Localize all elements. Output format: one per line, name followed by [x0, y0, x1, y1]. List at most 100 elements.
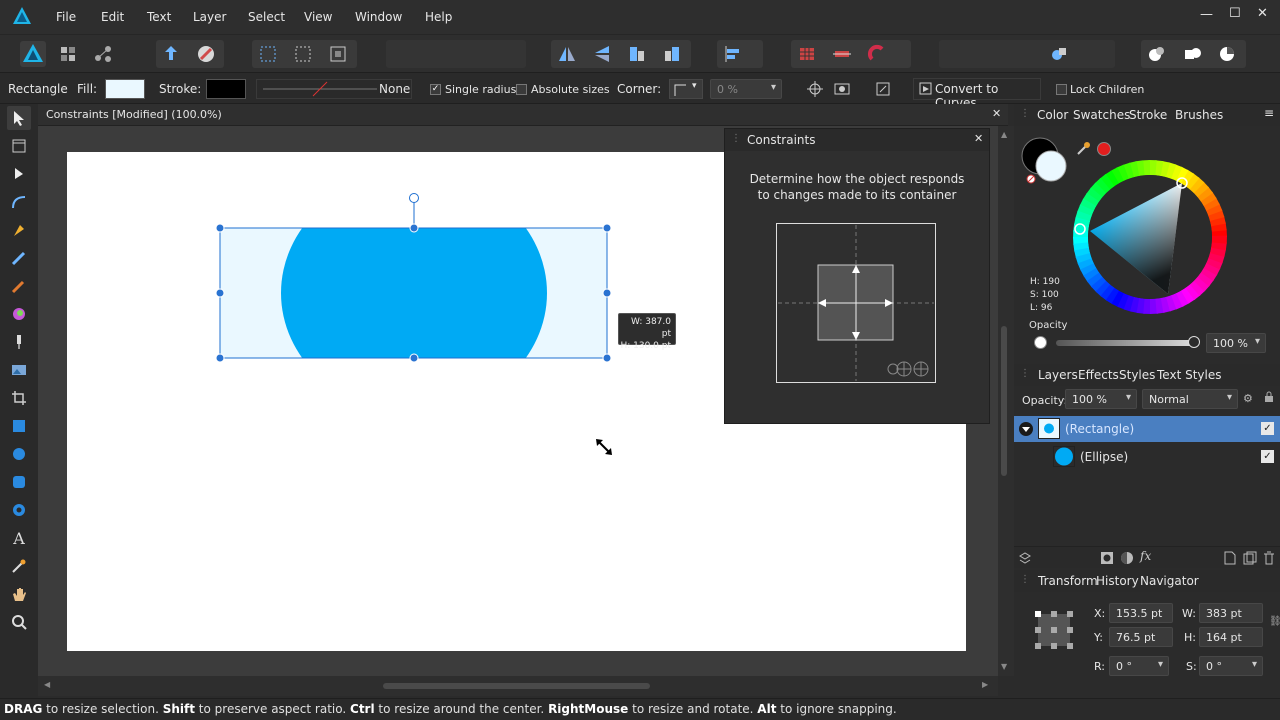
layer-visibility-checkbox-ellipse[interactable]: ✓ [1261, 450, 1274, 463]
rotate-right-icon[interactable] [659, 41, 685, 67]
hand-tool-icon[interactable] [7, 582, 31, 606]
tab-transform[interactable]: Transform [1038, 574, 1098, 588]
artboard-tool-icon[interactable] [7, 134, 31, 158]
tab-history[interactable]: History [1096, 574, 1139, 588]
layer-lock-icon[interactable] [1264, 391, 1274, 406]
stroke-swatch[interactable] [206, 79, 246, 99]
snap-magnet-icon[interactable] [864, 41, 890, 67]
tab-swatches[interactable]: Swatches [1073, 108, 1130, 122]
absolute-sizes-checkbox[interactable] [516, 84, 527, 95]
zoom-tool-icon[interactable] [7, 610, 31, 634]
single-radius-checkbox[interactable]: ✓ [430, 84, 441, 95]
layer-effects-icon[interactable]: fx [1140, 549, 1151, 563]
close-constraints-icon[interactable]: ✕ [974, 132, 983, 145]
guides-icon[interactable] [829, 41, 855, 67]
document-tab[interactable]: Constraints [Modified] (100.0%) ✕ [38, 104, 1008, 126]
layer-settings-icon[interactable]: ⚙ [1243, 392, 1253, 405]
layers-arrange-icon[interactable] [1018, 551, 1032, 568]
constraints-header[interactable]: ⋮ Constraints ✕ [725, 129, 989, 151]
text-tool-icon[interactable]: A [7, 526, 31, 550]
x-field[interactable]: 153.5 pt [1109, 603, 1173, 623]
adjustment-layer-icon[interactable] [1120, 551, 1134, 568]
lock-children-checkbox[interactable] [1056, 84, 1067, 95]
place-image-tool-icon[interactable] [7, 358, 31, 382]
panel-grip-icon[interactable]: ⋮ [731, 133, 741, 144]
transparency-tool-icon[interactable] [7, 330, 31, 354]
align-icon[interactable] [720, 41, 746, 67]
tab-navigator[interactable]: Navigator [1140, 574, 1199, 588]
transform-origin-icon[interactable] [805, 79, 825, 99]
flip-vertical-icon[interactable] [589, 41, 615, 67]
menu-window[interactable]: Window [355, 10, 402, 24]
color-wheel[interactable] [1072, 159, 1228, 315]
view-mode-1-icon[interactable] [255, 41, 281, 67]
menu-view[interactable]: View [304, 10, 332, 24]
layer-visibility-checkbox-rectangle[interactable]: ✓ [1261, 422, 1274, 435]
opacity-slider[interactable] [1056, 336, 1200, 348]
mask-layer-icon[interactable] [1100, 551, 1114, 568]
pixel-persona-icon[interactable] [55, 41, 81, 67]
shape-2-icon[interactable] [1179, 41, 1205, 67]
vector-brush-tool-icon[interactable] [7, 274, 31, 298]
layer-row-rectangle[interactable]: (Rectangle) ✓ [1014, 416, 1280, 442]
menu-help[interactable]: Help [425, 10, 452, 24]
opacity-slider-knob[interactable] [1188, 336, 1200, 348]
close-window-button[interactable]: ✕ [1257, 6, 1268, 21]
layers-grip-icon[interactable]: ⋮ [1020, 368, 1030, 379]
tab-color[interactable]: Color [1037, 108, 1068, 122]
view-mode-2-icon[interactable] [290, 41, 316, 67]
menu-file[interactable]: File [56, 10, 76, 24]
corner-tool-icon[interactable] [7, 190, 31, 214]
tab-brushes[interactable]: Brushes [1175, 108, 1223, 122]
shape-3-icon[interactable] [1214, 41, 1240, 67]
ellipse-tool-icon[interactable] [7, 442, 31, 466]
expand-chevron-icon[interactable] [1019, 422, 1033, 439]
color-picker-icon[interactable] [1076, 140, 1092, 159]
tab-layers[interactable]: Layers [1038, 368, 1078, 382]
color-panel-menu-icon[interactable]: ≡ [1264, 106, 1274, 120]
designer-persona-icon[interactable] [20, 41, 46, 67]
color-opacity-field[interactable]: 100 % [1206, 333, 1266, 353]
menu-select[interactable]: Select [248, 10, 285, 24]
duplicate-layer-icon[interactable] [1243, 551, 1257, 568]
y-field[interactable]: 76.5 pt [1109, 627, 1173, 647]
corner-value-field[interactable]: 0 % [710, 79, 782, 99]
flip-horizontal-icon[interactable] [554, 41, 580, 67]
rotation-field[interactable]: 0 ° [1109, 656, 1169, 676]
layer-opacity-field[interactable]: 100 % [1065, 389, 1137, 409]
shear-field[interactable]: 0 ° [1199, 656, 1263, 676]
grid-icon[interactable] [794, 41, 820, 67]
crop-tool-icon[interactable] [7, 386, 31, 410]
vertical-scrollbar[interactable]: ▲ ▼ [998, 126, 1014, 676]
rotate-selection-icon[interactable] [873, 79, 893, 99]
blend-mode-dropdown[interactable]: Normal [1142, 389, 1238, 409]
tab-stroke[interactable]: Stroke [1129, 108, 1167, 122]
stroke-style-selector[interactable]: None [256, 79, 412, 99]
corner-type-dropdown[interactable]: ▾ [669, 79, 703, 99]
restore-button[interactable]: ☐ [1229, 6, 1241, 21]
color-picker-tool-icon[interactable] [7, 554, 31, 578]
vertical-scroll-thumb[interactable] [1001, 326, 1007, 476]
fill-tool-icon[interactable] [7, 302, 31, 326]
boolean-subtract-icon[interactable] [1046, 41, 1072, 67]
rotate-left-icon[interactable] [624, 41, 650, 67]
rounded-rectangle-tool-icon[interactable] [7, 470, 31, 494]
h-field[interactable]: 164 pt [1199, 627, 1263, 647]
minimize-button[interactable]: — [1200, 7, 1213, 22]
delete-layer-icon[interactable] [1263, 551, 1275, 568]
recent-color-swatch[interactable] [1097, 142, 1111, 156]
lock-aspect-ratio-icon[interactable]: ⛓ [1269, 616, 1280, 627]
horizontal-scroll-thumb[interactable] [383, 683, 650, 689]
add-layer-icon[interactable] [1224, 551, 1236, 568]
view-mode-3-icon[interactable] [325, 41, 351, 67]
share-icon[interactable] [158, 41, 184, 67]
menu-edit[interactable]: Edit [101, 10, 124, 24]
anchor-point-selector[interactable] [1034, 610, 1074, 650]
rectangle-tool-icon[interactable] [7, 414, 31, 438]
transform-grip-icon[interactable]: ⋮ [1020, 574, 1030, 585]
hide-selection-icon[interactable] [832, 79, 852, 99]
menu-layer[interactable]: Layer [193, 10, 226, 24]
color-grip-icon[interactable]: ⋮ [1020, 108, 1030, 119]
node-tool-icon[interactable] [7, 162, 31, 186]
horizontal-scrollbar[interactable]: ◀ ▶ [38, 676, 998, 696]
